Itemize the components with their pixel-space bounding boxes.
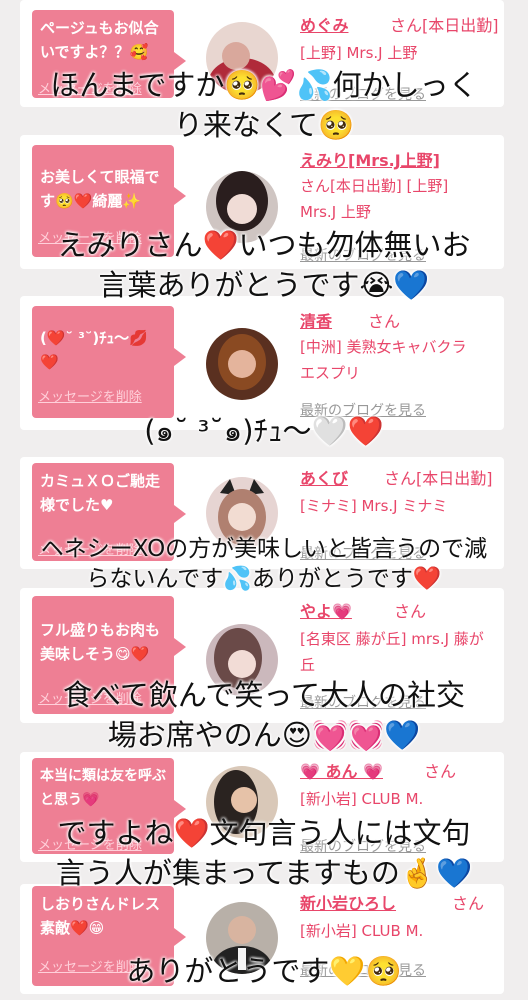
overlay-caption: 言う人が集まってますもの🤞💙 <box>55 856 473 890</box>
overlay-caption: り来なくて🥺 <box>173 108 355 142</box>
delete-message-link[interactable]: メッセージを削除 <box>38 386 142 405</box>
shop-info: さん[本日出勤] [上野] Mrs.J 上野 <box>300 177 449 221</box>
overlay-caption: ありがとうです💛🥺 <box>126 954 402 988</box>
honorific-text: さん <box>368 312 401 331</box>
overlay-caption: ほんまですか🥺💕💦何かしっく <box>50 68 478 102</box>
overlay-caption: 場お席やのん😍💓💓💙 <box>107 718 421 752</box>
user-name-link[interactable]: やよ💗 <box>300 598 352 622</box>
user-name-link[interactable]: えみり[Mrs.J上野] <box>300 147 440 171</box>
shop-info: [中洲] 美熟女キャバクラ エスプリ <box>300 338 467 382</box>
shop-info: [上野] Mrs.J 上野 <box>300 44 418 62</box>
user-name-link[interactable]: 清香 <box>300 308 332 332</box>
user-name-link[interactable]: めぐみ <box>300 12 348 36</box>
honorific-text: さん[本日出勤] <box>384 469 493 488</box>
honorific-text: さん <box>452 894 485 913</box>
user-name-link[interactable]: 新小岩ひろし <box>300 890 396 914</box>
overlay-caption: ですよね❤️文句言う人には文句 <box>57 816 471 850</box>
shop-info: [ミナミ] Mrs.J ミナミ <box>300 497 448 515</box>
overlay-caption: らないんです💦ありがとうです❤️ <box>86 566 442 592</box>
shop-info: [新小岩] CLUB M. <box>300 790 424 808</box>
overlay-caption: えみりさん❤️いつも勿体無いお <box>57 228 471 262</box>
avatar[interactable] <box>206 328 278 400</box>
user-name-link[interactable]: 💗 あん 💗 <box>300 758 383 782</box>
user-name-link[interactable]: あくび <box>300 465 348 489</box>
overlay-caption: (๑˘ ³˘๑)ﾁｭ〜🤍❤️ <box>144 414 384 448</box>
overlay-caption: 言葉ありがとうです😭💙 <box>98 268 430 302</box>
shop-info: [新小岩] CLUB M. <box>300 922 424 940</box>
overlay-caption: 食べて飲んで笑って大人の社交 <box>63 678 465 712</box>
comment-card: (❤️˘ ³˘)ﾁｭ〜💋❤️ メッセージを削除 清香 さん [中洲] 美熟女キャ… <box>20 296 504 430</box>
shop-info: [名東区 藤が丘] mrs.J 藤が丘 <box>300 630 484 674</box>
honorific-text: さん[本日出勤] <box>390 16 499 35</box>
honorific-text: さん <box>424 762 457 781</box>
honorific-text: さん <box>394 602 427 621</box>
